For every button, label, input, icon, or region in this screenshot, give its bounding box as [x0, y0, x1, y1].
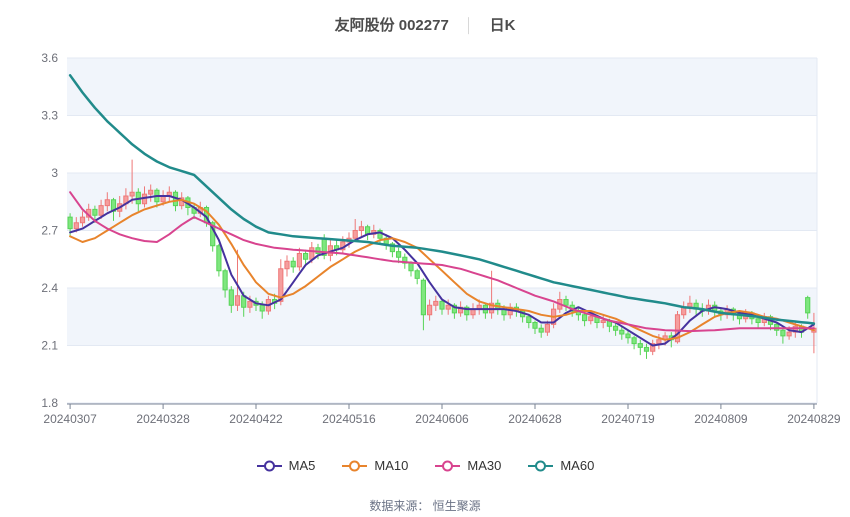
ma30-legend-marker: [435, 460, 461, 471]
split-band: [67, 288, 817, 346]
ma-legend: MA5 MA10 MA30 MA60: [0, 458, 850, 473]
legend-label: MA60: [560, 458, 595, 473]
y-tick-label: 2.4: [41, 281, 58, 295]
x-tick-label: 20240829: [787, 412, 841, 426]
y-tick-label: 3.6: [41, 51, 58, 65]
legend-label: MA10: [374, 458, 409, 473]
data-source: 数据来源： 恒生聚源: [369, 499, 481, 513]
ma5-legend-marker: [256, 460, 282, 471]
y-axis-labels: 3.6 3.3 3 2.7 2.4 2.1 1.8: [41, 51, 58, 410]
y-tick-label: 3: [51, 166, 58, 180]
x-tick-label: 20240307: [43, 412, 97, 426]
y-tick-label: 2.1: [41, 339, 58, 353]
x-tick-label: 20240628: [508, 412, 562, 426]
legend-label: MA5: [288, 458, 316, 473]
y-tick-label: 3.3: [41, 109, 58, 123]
ma60-legend-marker: [528, 460, 554, 471]
y-tick-label: 1.8: [41, 396, 58, 410]
kline-page: 友阿股份 002277 │ 日K 3.6 3.3 3 2.7 2.4 2.1 1.8 2024…: [0, 0, 850, 517]
x-tick-label: 20240606: [415, 412, 469, 426]
legend-label: MA30: [467, 458, 502, 473]
kline-chart[interactable]: 3.63.332.72.42.11.820240307 20240328 20240…: [0, 0, 850, 517]
x-tick-label: 20240516: [322, 412, 376, 426]
legend-item-ma60[interactable]: MA60: [527, 458, 594, 473]
x-tick-label: 20240809: [694, 412, 748, 426]
split-band: [67, 58, 817, 116]
x-tick-label: 20240719: [601, 412, 655, 426]
x-axis: 20240307 20240328 20240422 20240516 20240606…: [43, 403, 841, 426]
legend-item-ma10[interactable]: MA10: [341, 458, 408, 473]
legend-item-ma30[interactable]: MA30: [434, 458, 501, 473]
y-tick-label: 2.7: [41, 224, 58, 238]
ma10-legend-marker: [342, 460, 368, 471]
legend-item-ma5[interactable]: MA5: [256, 458, 316, 473]
x-tick-label: 20240328: [136, 412, 190, 426]
x-tick-label: 20240422: [229, 412, 283, 426]
